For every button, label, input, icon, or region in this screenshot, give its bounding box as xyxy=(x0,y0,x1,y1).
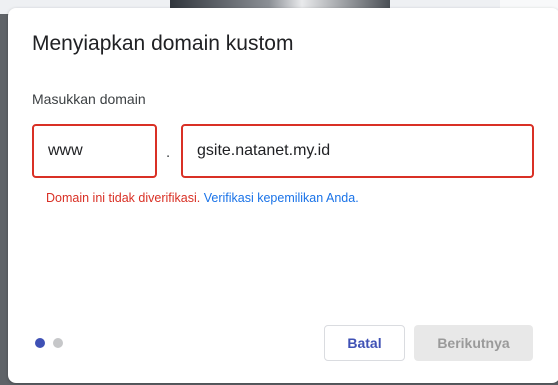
cancel-button[interactable]: Batal xyxy=(324,325,405,361)
next-button[interactable]: Berikutnya xyxy=(414,325,533,361)
subdomain-input[interactable]: www xyxy=(32,124,157,178)
domain-input[interactable]: gsite.natanet.my.id xyxy=(181,124,534,178)
domain-separator: . xyxy=(166,144,171,161)
domain-field-label: Masukkan domain xyxy=(32,91,146,107)
subdomain-value: www xyxy=(48,142,83,159)
step-dot-active xyxy=(35,338,45,348)
domain-error-message: Domain ini tidak diverifikasi. Verifikas… xyxy=(46,191,359,205)
custom-domain-dialog: Menyiapkan domain kustom Masukkan domain… xyxy=(8,8,558,383)
step-indicator xyxy=(35,338,63,348)
step-dot-inactive xyxy=(53,338,63,348)
verify-ownership-link[interactable]: Verifikasi kepemilikan Anda. xyxy=(204,191,359,205)
error-text: Domain ini tidak diverifikasi. xyxy=(46,191,201,205)
dialog-title: Menyiapkan domain kustom xyxy=(32,32,294,55)
domain-value: gsite.natanet.my.id xyxy=(197,142,331,159)
